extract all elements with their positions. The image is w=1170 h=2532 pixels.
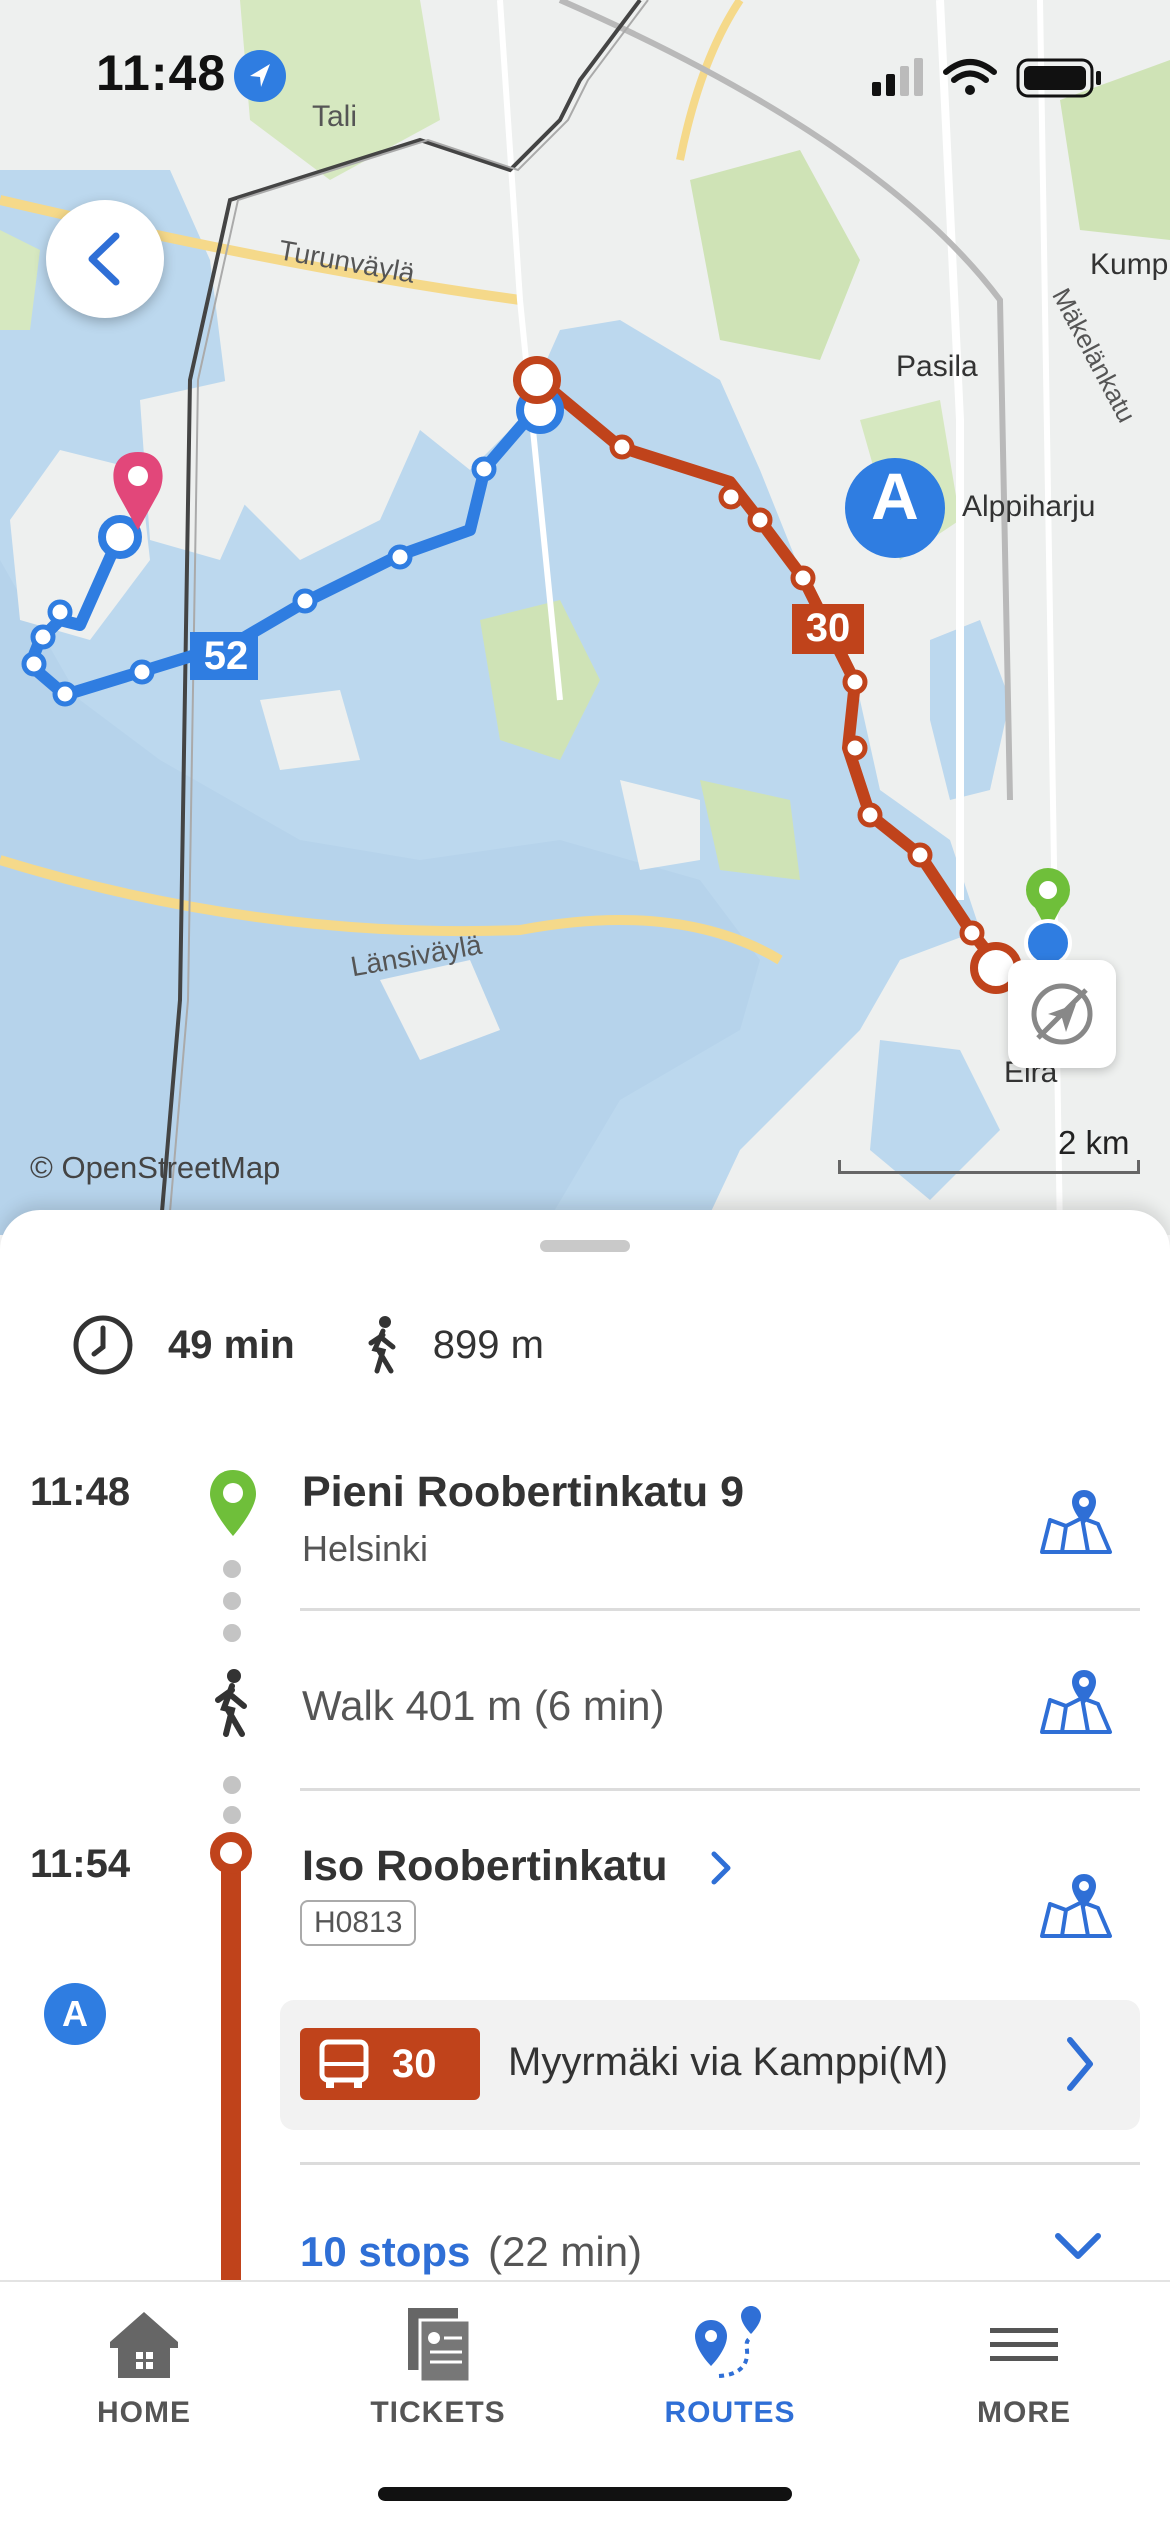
tab-bar: HOME TICKETS ROUTES MORE bbox=[0, 2280, 1170, 2532]
tab-home-label: HOME bbox=[97, 2396, 191, 2429]
walk-icon bbox=[368, 1316, 396, 1374]
stop-title[interactable]: Iso Roobertinkatu bbox=[302, 1842, 668, 1891]
stop-code: H0813 bbox=[300, 1900, 417, 1946]
stops-toggle[interactable]: 10 stops bbox=[300, 2228, 470, 2276]
tab-tickets[interactable]: TICKETS bbox=[338, 2304, 538, 2444]
wifi-icon bbox=[943, 59, 997, 83]
scale-label: 2 km bbox=[1058, 1124, 1130, 1161]
divider bbox=[300, 1788, 1140, 1791]
tab-more[interactable]: MORE bbox=[924, 2304, 1124, 2444]
origin-time: 11:48 bbox=[30, 1470, 131, 1514]
map-label-tali: Tali bbox=[312, 100, 358, 133]
tab-more-label: MORE bbox=[977, 2396, 1071, 2429]
path-dot bbox=[223, 1624, 241, 1642]
origin-title[interactable]: Pieni Roobertinkatu 9 bbox=[302, 1468, 744, 1517]
route-badge-52: 52 bbox=[203, 634, 249, 678]
route-badge-30: 30 bbox=[805, 606, 851, 650]
tickets-icon bbox=[408, 2308, 472, 2384]
clock-icon bbox=[73, 1315, 133, 1375]
bus-line-number: 30 bbox=[392, 2042, 437, 2086]
home-indicator bbox=[378, 2487, 792, 2501]
divider bbox=[300, 1608, 1140, 1611]
trip-summary: 49 min 899 m bbox=[72, 1310, 544, 1380]
itinerary-sheet[interactable]: 49 min 899 m 11:48 Pieni Roobertinkatu 9… bbox=[0, 1210, 1170, 2280]
location-toggle-button[interactable] bbox=[1008, 960, 1116, 1068]
chevron-down-icon[interactable] bbox=[1052, 2226, 1104, 2266]
path-dot bbox=[223, 1806, 241, 1824]
zone-badge: A bbox=[44, 1983, 106, 2045]
tab-routes-label: ROUTES bbox=[664, 2396, 796, 2429]
trip-duration: 49 min bbox=[168, 1322, 295, 1367]
walk-leg-text: Walk 401 m (6 min) bbox=[302, 1682, 665, 1729]
map-canvas bbox=[0, 0, 1170, 1235]
stop-time: 11:54 bbox=[30, 1842, 131, 1886]
origin-pin-icon bbox=[210, 1470, 256, 1536]
chevron-right-icon[interactable] bbox=[708, 1848, 734, 1888]
leg-destination: Myyrmäki via Kamppi(M) bbox=[508, 2040, 949, 2084]
map-label-alppiharju: Alppiharju bbox=[962, 490, 1096, 523]
routes-icon bbox=[695, 2306, 761, 2378]
chevron-right-icon bbox=[1067, 2037, 1093, 2091]
scale-bar bbox=[838, 1160, 1140, 1174]
menu-icon bbox=[990, 2328, 1058, 2361]
route-map[interactable]: Tali Turunväylä Pasila Alppiharju Kump M… bbox=[0, 0, 1170, 1235]
show-stop-on-map-icon[interactable] bbox=[1036, 1870, 1116, 1946]
walk-leg-icon bbox=[215, 1669, 247, 1737]
bus-icon bbox=[319, 2039, 369, 2088]
walk-distance: 899 m bbox=[432, 1322, 544, 1367]
location-arrow-icon bbox=[234, 50, 286, 102]
stops-duration: (22 min) bbox=[488, 2228, 643, 2275]
tab-home[interactable]: HOME bbox=[44, 2304, 244, 2444]
battery-icon bbox=[1016, 58, 1101, 98]
origin-subtitle: Helsinki bbox=[302, 1528, 429, 1569]
map-label-kump: Kump bbox=[1090, 248, 1169, 281]
status-icons bbox=[868, 52, 1118, 104]
show-on-map-icon[interactable] bbox=[1036, 1486, 1116, 1562]
path-dot bbox=[223, 1776, 241, 1794]
zone-badge-map: A bbox=[871, 459, 919, 533]
path-dot bbox=[223, 1560, 241, 1578]
tab-tickets-label: TICKETS bbox=[370, 2396, 506, 2429]
home-icon bbox=[110, 2312, 178, 2378]
divider bbox=[300, 2162, 1140, 2165]
transit-leg-card[interactable]: 30 Myyrmäki via Kamppi(M) bbox=[280, 2000, 1140, 2130]
stop-marker bbox=[210, 1832, 252, 1874]
back-button[interactable] bbox=[46, 200, 164, 318]
signal-icon bbox=[872, 58, 923, 96]
map-attribution[interactable]: © OpenStreetMap bbox=[30, 1150, 280, 1186]
status-time: 11:48 bbox=[96, 45, 227, 101]
chevron-left-icon bbox=[88, 232, 120, 286]
path-dot bbox=[223, 1592, 241, 1610]
show-walk-on-map-icon[interactable] bbox=[1036, 1666, 1116, 1742]
tab-routes[interactable]: ROUTES bbox=[630, 2304, 830, 2444]
sheet-grabber[interactable] bbox=[540, 1240, 630, 1252]
map-label-pasila: Pasila bbox=[896, 350, 978, 383]
bus-line-badge: 30 bbox=[300, 2028, 480, 2100]
route-line-30 bbox=[221, 1855, 241, 2280]
location-off-icon bbox=[1031, 983, 1093, 1045]
